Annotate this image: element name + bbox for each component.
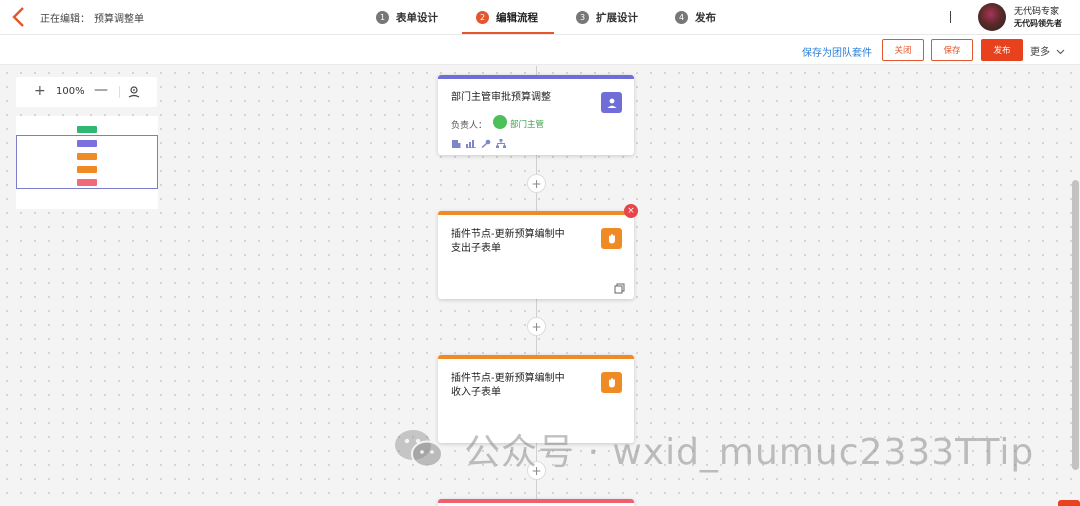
minimap-node: [77, 153, 97, 160]
step-edit-flow[interactable]: 2 编辑流程: [476, 0, 538, 35]
wechat-icon: [395, 430, 443, 468]
step-label: 编辑流程: [496, 12, 538, 24]
watermark: 公众号 · wxid_mumuc2333TTip: [392, 424, 1034, 474]
node-title-line: 插件节点-更新预算编制中: [451, 373, 565, 384]
owner-avatar-icon: [493, 115, 507, 129]
zoom-toolbar: + 100% —: [16, 77, 157, 107]
corner-badge: [1058, 500, 1080, 506]
action-bar: 保存为团队套件 关闭 保存 发布 更多: [0, 35, 1080, 65]
user-subtitle: 无代码领先者: [1014, 19, 1062, 28]
step-form-design[interactable]: 1 表单设计: [376, 0, 438, 35]
close-button[interactable]: 关闭: [882, 39, 924, 61]
next-node-partial[interactable]: [438, 499, 634, 506]
node-property-icons: [451, 139, 506, 148]
locate-icon[interactable]: [127, 85, 141, 99]
owner-label: 负责人：: [451, 121, 488, 131]
minimap-node: [77, 166, 97, 173]
step-number: 1: [376, 11, 389, 24]
watermark-text: 公众号 · wxid_mumuc2333TTip: [464, 432, 1035, 473]
user-avatar[interactable]: [978, 3, 1006, 31]
step-number: 4: [675, 11, 688, 24]
back-arrow-icon[interactable]: [10, 6, 28, 28]
node-color-bar: [438, 75, 634, 79]
plugin-icon: [601, 372, 622, 393]
node-title-line: 收入子表单: [451, 387, 501, 398]
minimap-node: [77, 126, 97, 133]
header-divider: [950, 11, 951, 23]
zoom-level: 100%: [56, 86, 85, 97]
editing-label: 正在编辑：: [40, 14, 90, 25]
minimap-node: [77, 140, 97, 147]
step-number: 3: [576, 11, 589, 24]
add-node-button[interactable]: +: [527, 174, 546, 193]
step-label: 扩展设计: [596, 12, 638, 24]
publish-button[interactable]: 发布: [981, 39, 1023, 61]
node-title: 插件节点-更新预算编制中 收入子表单: [451, 372, 565, 400]
scrollbar-thumb[interactable]: [1072, 180, 1079, 470]
document-title: 预算调整单: [94, 14, 144, 25]
step-label: 表单设计: [396, 12, 438, 24]
building-icon: [452, 140, 461, 148]
save-button[interactable]: 保存: [931, 39, 973, 61]
approval-node[interactable]: 部门主管审批预算调整 负责人： 部门主管: [438, 75, 634, 155]
node-color-bar: [438, 499, 634, 503]
copy-icon[interactable]: [614, 283, 625, 294]
minimap-node: [77, 179, 97, 186]
active-step-underline: [462, 32, 554, 34]
user-name: 无代码专家: [1014, 7, 1060, 17]
step-label: 发布: [695, 12, 716, 24]
zoom-divider: [119, 86, 120, 98]
minimap[interactable]: [16, 116, 158, 209]
plugin-icon: [601, 228, 622, 249]
add-node-button[interactable]: +: [527, 317, 546, 336]
editing-info: 正在编辑： 预算调整单: [40, 10, 144, 25]
save-as-team-suite-link[interactable]: 保存为团队套件: [802, 44, 872, 59]
top-bar: 正在编辑： 预算调整单 1 表单设计 2 编辑流程 3 扩展设计 4 发布 无代码…: [0, 0, 1080, 35]
bar-chart-icon: [466, 140, 476, 148]
node-title: 部门主管审批预算调整: [451, 92, 551, 103]
chevron-down-icon: [1056, 49, 1065, 55]
step-publish[interactable]: 4 发布: [675, 0, 716, 35]
zoom-out-button[interactable]: —: [94, 82, 108, 98]
org-chart-icon: [496, 139, 506, 148]
node-title-line: 支出子表单: [451, 243, 501, 254]
delete-node-button[interactable]: ×: [624, 204, 638, 218]
node-title-line: 插件节点-更新预算编制中: [451, 229, 565, 240]
step-number: 2: [476, 11, 489, 24]
step-extension-design[interactable]: 3 扩展设计: [576, 0, 638, 35]
approver-icon: [601, 92, 622, 113]
node-color-bar: [438, 355, 634, 359]
zoom-in-button[interactable]: +: [34, 83, 46, 99]
key-icon: [481, 139, 491, 148]
more-menu[interactable]: 更多: [1030, 43, 1065, 58]
plugin-node-expense[interactable]: 插件节点-更新预算编制中 支出子表单: [438, 211, 634, 299]
node-color-bar: [438, 211, 634, 215]
node-title: 插件节点-更新预算编制中 支出子表单: [451, 228, 565, 256]
more-label: 更多: [1030, 47, 1050, 58]
owner-name: 部门主管: [510, 120, 545, 130]
